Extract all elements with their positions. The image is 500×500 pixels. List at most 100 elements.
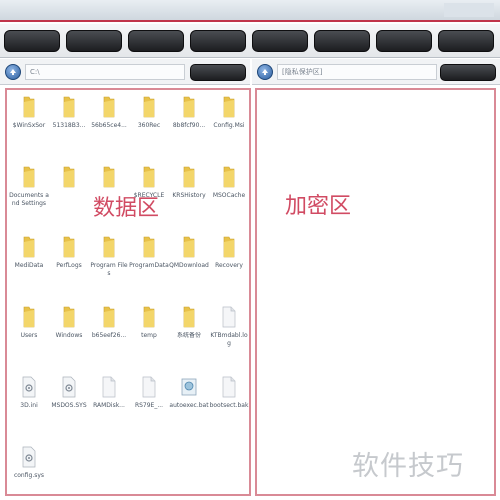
file-name-label: b65eef26...	[91, 332, 127, 339]
folder-icon	[141, 306, 157, 328]
file-list-item[interactable]: Documents and Settings	[9, 166, 49, 220]
folder-icon	[61, 306, 77, 328]
file-name-label: 系统备份	[176, 332, 201, 339]
file-name-label: 8b8fcf90...	[172, 122, 206, 129]
file-name-label: ProgramData	[129, 262, 169, 269]
file-name-label: PerfLogs	[56, 262, 82, 269]
toolbar-button-4[interactable]	[190, 30, 246, 52]
file-list-item[interactable]: config.sys	[9, 446, 49, 500]
file-list-item[interactable]: 56b65ce4...	[89, 96, 129, 150]
file-list-item[interactable]: Users	[9, 306, 49, 360]
right-path-button[interactable]	[440, 64, 496, 81]
file-name-label: $WinSxSor	[12, 122, 46, 129]
config-file-icon	[21, 446, 37, 468]
file-list-item[interactable]: $WinSxSor	[9, 96, 49, 150]
file-name-label: 51318B3...	[52, 122, 86, 129]
file-list-item[interactable]: QMDownload	[169, 236, 209, 290]
toolbar-button-1[interactable]	[4, 30, 60, 52]
folder-icon	[61, 236, 77, 258]
file-name-label: autoexec.bat	[169, 402, 209, 409]
folder-icon	[181, 236, 197, 258]
file-list-item[interactable]: autoexec.bat	[169, 376, 209, 430]
file-name-label: Program Files	[90, 262, 128, 277]
file-name-label: Windows	[55, 332, 83, 339]
file-list-item[interactable]: Program Files	[89, 236, 129, 290]
file-name-label: Config.Msi	[213, 122, 245, 129]
file-list-item[interactable]: 系统备份	[169, 306, 209, 360]
file-list-item[interactable]: 360Rec	[129, 96, 169, 150]
file-name-label: temp	[141, 332, 157, 339]
file-name-label: QMDownload	[169, 262, 209, 269]
folder-icon	[21, 96, 37, 118]
watermark-text: 软件技巧	[352, 451, 464, 482]
file-list-item[interactable]	[49, 166, 89, 220]
file-list-item[interactable]: 51318B3...	[49, 96, 89, 150]
folder-icon	[181, 166, 197, 188]
file-list-item[interactable]: b65eef26...	[89, 306, 129, 360]
folder-icon	[61, 96, 77, 118]
window-controls[interactable]	[444, 3, 494, 17]
folder-icon	[101, 166, 117, 188]
file-list-item[interactable]: temp	[129, 306, 169, 360]
right-path-field[interactable]: [隐私保护区]	[277, 64, 437, 80]
file-name-label: MSOCache	[212, 192, 246, 199]
toolbar-button-6[interactable]	[314, 30, 370, 52]
file-name-label: 360Rec	[137, 122, 161, 129]
toolbar-button-5[interactable]	[252, 30, 308, 52]
file-name-label: KRSHistory	[172, 192, 206, 199]
file-name-label: Users	[20, 332, 38, 339]
navigate-up-icon[interactable]	[5, 64, 21, 80]
file-icon	[221, 306, 237, 328]
file-list-item[interactable]: KRSHistory	[169, 166, 209, 220]
file-list-item[interactable]: 8b8fcf90...	[169, 96, 209, 150]
window-title-bar	[0, 0, 500, 22]
left-path-button[interactable]	[190, 64, 246, 81]
file-list-item[interactable]: ProgramData	[129, 236, 169, 290]
folder-icon	[61, 166, 77, 188]
file-list-item[interactable]: MSOCache	[209, 166, 249, 220]
file-name-label: RAMDisk...	[93, 402, 125, 409]
file-list-item[interactable]: PerfLogs	[49, 236, 89, 290]
toolbar	[0, 24, 500, 58]
file-list-item[interactable]: Recovery	[209, 236, 249, 290]
folder-icon	[101, 306, 117, 328]
folder-icon	[221, 236, 237, 258]
image-file-icon	[181, 376, 197, 398]
file-name-label: 3D.ini	[20, 402, 38, 409]
folder-icon	[181, 96, 197, 118]
file-list-item[interactable]: Config.Msi	[209, 96, 249, 150]
right-path-bar: [隐私保护区]	[252, 59, 500, 85]
file-list-item[interactable]: bootsect.bak	[209, 376, 249, 430]
file-list-item[interactable]: RAMDisk...	[89, 376, 129, 430]
file-list-item[interactable]: 3D.ini	[9, 376, 49, 430]
folder-icon	[21, 306, 37, 328]
config-file-icon	[21, 376, 37, 398]
toolbar-button-8[interactable]	[438, 30, 494, 52]
folder-icon	[141, 96, 157, 118]
toolbar-button-7[interactable]	[376, 30, 432, 52]
left-path-bar: C:\	[0, 59, 250, 85]
file-name-label: RS79E_...	[134, 402, 164, 409]
toolbar-button-3[interactable]	[128, 30, 184, 52]
folder-icon	[101, 96, 117, 118]
file-name-label: Recovery	[215, 262, 243, 269]
file-list-item[interactable]: MSDOS.SYS	[49, 376, 89, 430]
file-list-item[interactable]: Windows	[49, 306, 89, 360]
encrypted-area-panel: 加密区	[255, 88, 496, 496]
folder-icon	[21, 236, 37, 258]
file-icon	[221, 376, 237, 398]
folder-icon	[141, 236, 157, 258]
folder-icon	[101, 236, 117, 258]
file-list-item[interactable]: RS79E_...	[129, 376, 169, 430]
file-icon	[141, 376, 157, 398]
left-path-field[interactable]: C:\	[25, 64, 185, 80]
toolbar-button-2[interactable]	[66, 30, 122, 52]
file-name-label: MediData	[14, 262, 44, 269]
folder-icon	[221, 166, 237, 188]
data-area-label: 数据区	[93, 196, 160, 221]
file-list-item[interactable]: MediData	[9, 236, 49, 290]
file-name-label: KTBmdabl.log	[210, 332, 248, 347]
navigate-up-icon[interactable]	[257, 64, 273, 80]
file-name-label: bootsect.bak	[209, 402, 249, 409]
file-list-item[interactable]: KTBmdabl.log	[209, 306, 249, 360]
